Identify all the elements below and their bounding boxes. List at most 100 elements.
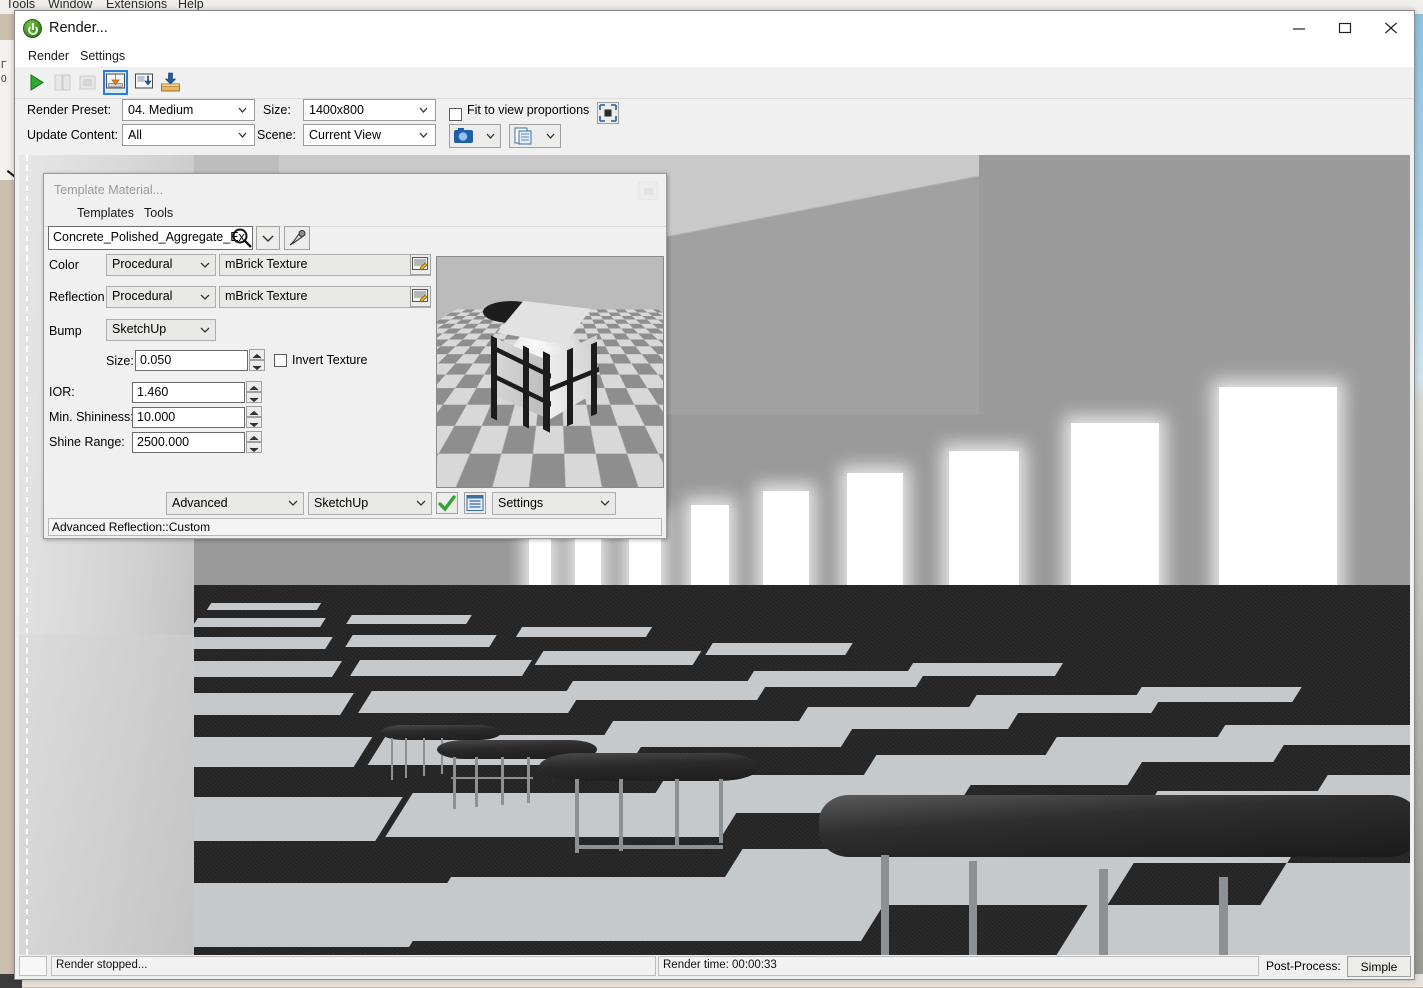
update-content-select[interactable]: All — [122, 124, 255, 146]
camera-icon — [454, 128, 473, 143]
fit-to-view-checkbox[interactable] — [449, 108, 462, 121]
render-time-text: Render time: 00:00:33 — [663, 959, 777, 971]
shine-range-input[interactable]: 2500.000 — [132, 432, 245, 453]
stepper-down-icon[interactable] — [246, 442, 262, 453]
list-lines-icon — [466, 495, 484, 511]
preview-cube — [483, 301, 603, 433]
scene-select[interactable]: Current View — [303, 124, 436, 146]
bump-type-value: SketchUp — [112, 322, 167, 336]
camera-split-button[interactable] — [449, 124, 501, 148]
menu-settings[interactable]: Settings — [80, 49, 125, 63]
maximize-icon — [1338, 22, 1352, 34]
search-magnifier-icon[interactable] — [230, 226, 254, 250]
stepper-up-icon[interactable] — [246, 381, 262, 392]
floor-tile-light — [345, 635, 497, 647]
save-channels-button[interactable] — [132, 70, 157, 95]
maximize-button[interactable] — [1322, 11, 1368, 43]
scene-bench-leg — [527, 757, 530, 803]
render-stop-button[interactable] — [75, 70, 100, 95]
floor-tile-light — [904, 663, 1064, 676]
bump-size-input[interactable]: 0.050 — [135, 350, 248, 371]
engine-value: SketchUp — [314, 496, 369, 510]
material-name-dropdown[interactable] — [256, 226, 280, 250]
floor-tile-light — [561, 681, 769, 700]
shine-range-stepper[interactable] — [246, 431, 262, 453]
pages-split-button[interactable] — [509, 124, 561, 148]
ior-stepper[interactable] — [246, 381, 262, 403]
size-select[interactable]: 1400x800 — [303, 99, 436, 121]
eyedropper-icon[interactable] — [284, 226, 310, 250]
stepper-up-icon[interactable] — [246, 431, 262, 442]
floor-tile-light — [206, 603, 322, 610]
apply-material-button[interactable] — [436, 492, 458, 514]
reflection-edit-texture-button[interactable] — [410, 286, 431, 307]
stepper-down-icon[interactable] — [246, 417, 262, 428]
color-row-label: Color — [49, 258, 79, 272]
scene-bench-leg — [451, 777, 533, 779]
stepper-down-icon[interactable] — [249, 360, 265, 371]
material-preview[interactable] — [436, 256, 664, 488]
color-edit-texture-button[interactable] — [410, 254, 431, 275]
material-dialog-title: Template Material... — [54, 183, 164, 197]
stepper-down-icon[interactable] — [246, 392, 262, 403]
min-shininess-input[interactable]: 10.000 — [132, 407, 245, 428]
invert-texture-label: Invert Texture — [292, 353, 368, 367]
settings-select[interactable]: Settings — [492, 492, 616, 515]
render-state-text: Render stopped... — [56, 959, 148, 971]
window-titlebar[interactable]: Render... — [15, 11, 1414, 47]
engine-select[interactable]: SketchUp — [308, 492, 432, 515]
host-tray-label-2: 0 — [1, 74, 7, 85]
material-dialog-menubar[interactable]: Templates Tools — [44, 204, 666, 226]
template-material-dialog: Template Material... Templates Tools Con… — [43, 173, 667, 539]
fit-to-view-label: Fit to view proportions — [467, 103, 590, 117]
ior-input[interactable]: 1.460 — [132, 382, 245, 403]
close-icon — [1385, 22, 1397, 34]
min-shininess-stepper[interactable] — [246, 406, 262, 428]
size-label: Size: — [263, 103, 291, 117]
canvas-selection-border[interactable] — [26, 155, 28, 955]
invert-texture-checkbox[interactable] — [274, 354, 287, 367]
export-package-button[interactable] — [158, 70, 183, 95]
collapse-icon[interactable] — [638, 182, 658, 200]
floor-tile-light — [346, 615, 472, 624]
stepper-up-icon[interactable] — [249, 349, 265, 360]
minimize-button[interactable] — [1276, 11, 1322, 43]
material-status-text: Advanced Reflection::Custom — [52, 520, 211, 534]
post-process-button[interactable]: Simple — [1347, 956, 1411, 977]
floor-tile-light — [175, 637, 333, 649]
reflection-type-select[interactable]: Procedural — [106, 286, 216, 308]
ior-label: IOR: — [49, 385, 75, 399]
bump-size-stepper[interactable] — [249, 349, 265, 371]
host-tray-label-1: Γ — [1, 60, 7, 71]
green-check-icon — [438, 495, 456, 512]
stepper-up-icon[interactable] — [246, 406, 262, 417]
scene-value: Current View — [309, 128, 382, 142]
material-list-button[interactable] — [464, 492, 486, 514]
render-menubar[interactable]: Render Settings — [15, 47, 1414, 69]
scene-bench-leg — [719, 779, 723, 843]
render-pause-button[interactable] — [50, 70, 75, 95]
window-title: Render... — [49, 20, 108, 36]
render-start-button[interactable] — [24, 70, 49, 95]
scene-bench — [539, 753, 759, 781]
scene-bench-leg — [391, 738, 393, 780]
scene-label: Scene: — [257, 128, 296, 142]
color-texture-select[interactable]: mBrick Texture — [219, 254, 431, 276]
reflection-texture-select[interactable]: mBrick Texture — [219, 286, 431, 308]
fit-to-view-icon-button[interactable] — [597, 102, 619, 124]
chevron-down-icon — [238, 107, 247, 113]
close-button[interactable] — [1368, 11, 1414, 43]
bump-type-select[interactable]: SketchUp — [106, 319, 216, 341]
power-render-icon — [23, 19, 42, 38]
menu-render[interactable]: Render — [28, 49, 69, 63]
menu-tools[interactable]: Tools — [144, 206, 173, 220]
color-type-select[interactable]: Procedural — [106, 254, 216, 276]
save-image-button[interactable] — [103, 70, 128, 95]
material-name-input[interactable]: Concrete_Polished_Aggregate_Exp — [48, 226, 253, 250]
scene-bench-leg — [969, 861, 977, 955]
render-preset-select[interactable]: 04. Medium — [122, 99, 255, 121]
scene-bench-leg — [675, 779, 679, 847]
mode-select[interactable]: Advanced — [166, 492, 304, 515]
chevron-down-icon — [200, 327, 210, 333]
menu-templates[interactable]: Templates — [77, 206, 134, 220]
